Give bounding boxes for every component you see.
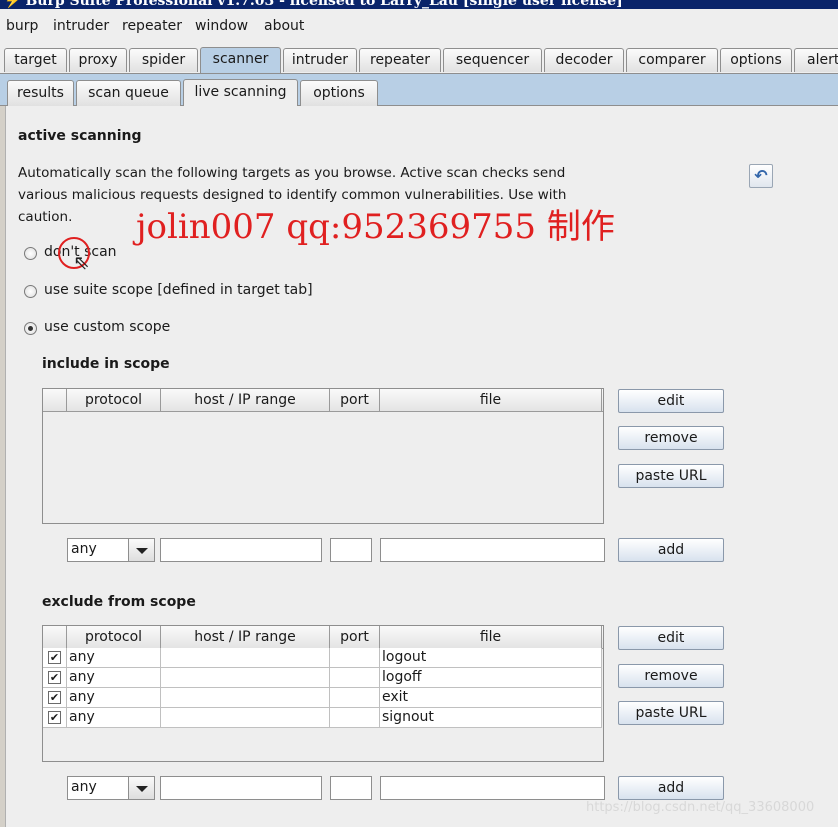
cell-file: signout bbox=[380, 708, 602, 728]
tab-proxy[interactable]: proxy bbox=[69, 48, 127, 72]
window-title-bar: ⚡ Burp Suite Professional v1.7.03 - licen… bbox=[0, 0, 838, 9]
cell-host bbox=[161, 708, 330, 728]
cell-protocol: any bbox=[67, 648, 161, 668]
mouse-cursor-icon: ⇖ bbox=[73, 250, 90, 274]
author-watermark: jolin007 qq:952369755 制作 bbox=[136, 207, 615, 247]
exclude-host-input[interactable] bbox=[160, 776, 322, 800]
table-row[interactable]: ✔ any logout bbox=[43, 648, 602, 668]
menu-repeater[interactable]: repeater bbox=[122, 18, 182, 34]
col-file[interactable]: file bbox=[380, 389, 602, 411]
cell-protocol: any bbox=[67, 688, 161, 708]
include-remove-button[interactable]: remove bbox=[618, 426, 724, 450]
tab-intruder[interactable]: intruder bbox=[283, 48, 357, 72]
col-enabled[interactable] bbox=[43, 389, 67, 411]
tab-options[interactable]: options bbox=[720, 48, 792, 72]
include-file-input[interactable] bbox=[380, 538, 605, 562]
include-host-input[interactable] bbox=[160, 538, 322, 562]
exclude-port-input[interactable] bbox=[330, 776, 372, 800]
col-enabled[interactable] bbox=[43, 626, 67, 648]
tab-alerts[interactable]: alerts bbox=[794, 48, 838, 72]
include-scope-table[interactable]: protocol host / IP range port file bbox=[42, 388, 604, 524]
exclude-edit-button[interactable]: edit bbox=[618, 626, 724, 650]
chevron-down-icon[interactable] bbox=[128, 539, 154, 561]
source-footnote: https://blog.csdn.net/qq_33608000 bbox=[586, 800, 815, 815]
exclude-protocol-select[interactable]: any bbox=[67, 776, 155, 800]
active-scanning-heading: active scanning bbox=[18, 128, 142, 144]
col-host[interactable]: host / IP range bbox=[161, 389, 330, 411]
menu-bar: burp intruder repeater window about bbox=[0, 9, 838, 42]
radio-custom-scope[interactable] bbox=[24, 322, 37, 335]
cell-file: logout bbox=[380, 648, 602, 668]
menu-window[interactable]: window bbox=[195, 18, 248, 34]
cell-port bbox=[330, 668, 380, 688]
exclude-add-button[interactable]: add bbox=[618, 776, 724, 800]
include-paste-url-button[interactable]: paste URL bbox=[618, 464, 724, 488]
checkbox-enabled[interactable]: ✔ bbox=[48, 651, 61, 664]
top-tab-bar: target proxy spider scanner intruder rep… bbox=[0, 41, 838, 74]
include-table-header: protocol host / IP range port file bbox=[43, 389, 603, 412]
exclude-paste-url-button[interactable]: paste URL bbox=[618, 701, 724, 725]
cell-host bbox=[161, 668, 330, 688]
cell-file: logoff bbox=[380, 668, 602, 688]
checkbox-enabled[interactable]: ✔ bbox=[48, 711, 61, 724]
table-row[interactable]: ✔ any exit bbox=[43, 688, 602, 708]
restore-defaults-icon[interactable]: ↶ bbox=[749, 164, 773, 188]
subtab-live-scanning[interactable]: live scanning bbox=[183, 79, 298, 106]
exclude-scope-heading: exclude from scope bbox=[42, 594, 196, 610]
exclude-scope-table[interactable]: protocol host / IP range port file ✔ any… bbox=[42, 625, 604, 762]
col-protocol[interactable]: protocol bbox=[67, 389, 161, 411]
cell-host bbox=[161, 648, 330, 668]
col-file[interactable]: file bbox=[380, 626, 602, 648]
tab-sequencer[interactable]: sequencer bbox=[443, 48, 542, 72]
radio-suite-scope-label[interactable]: use suite scope [defined in target tab] bbox=[44, 282, 313, 298]
cell-file: exit bbox=[380, 688, 602, 708]
col-protocol[interactable]: protocol bbox=[67, 626, 161, 648]
cell-port bbox=[330, 648, 380, 668]
radio-dont-scan[interactable] bbox=[24, 247, 37, 260]
exclude-protocol-value: any bbox=[71, 779, 97, 795]
include-scope-heading: include in scope bbox=[42, 356, 170, 372]
table-row[interactable]: ✔ any signout bbox=[43, 708, 602, 728]
menu-about[interactable]: about bbox=[264, 18, 304, 34]
window-title: Burp Suite Professional v1.7.03 - licens… bbox=[25, 0, 623, 9]
exclude-table-header: protocol host / IP range port file bbox=[43, 626, 603, 649]
include-protocol-value: any bbox=[71, 541, 97, 557]
menu-burp[interactable]: burp bbox=[6, 18, 38, 34]
checkbox-enabled[interactable]: ✔ bbox=[48, 671, 61, 684]
tab-spider[interactable]: spider bbox=[129, 48, 198, 72]
exclude-remove-button[interactable]: remove bbox=[618, 664, 724, 688]
tab-scanner[interactable]: scanner bbox=[200, 47, 281, 73]
subtab-results[interactable]: results bbox=[7, 80, 74, 106]
tab-target[interactable]: target bbox=[4, 48, 67, 72]
tab-repeater[interactable]: repeater bbox=[359, 48, 441, 72]
cell-host bbox=[161, 688, 330, 708]
subtab-options[interactable]: options bbox=[300, 80, 378, 106]
chevron-down-icon[interactable] bbox=[128, 777, 154, 799]
menu-intruder[interactable]: intruder bbox=[53, 18, 109, 34]
scanner-sub-tab-bar: results scan queue live scanning options bbox=[0, 74, 838, 106]
subtab-scan-queue[interactable]: scan queue bbox=[76, 80, 181, 106]
tab-comparer[interactable]: comparer bbox=[626, 48, 718, 72]
cell-protocol: any bbox=[67, 708, 161, 728]
include-edit-button[interactable]: edit bbox=[618, 389, 724, 413]
include-port-input[interactable] bbox=[330, 538, 372, 562]
col-host[interactable]: host / IP range bbox=[161, 626, 330, 648]
cell-protocol: any bbox=[67, 668, 161, 688]
col-port[interactable]: port bbox=[330, 389, 380, 411]
radio-suite-scope[interactable] bbox=[24, 285, 37, 298]
radio-custom-scope-label[interactable]: use custom scope bbox=[44, 319, 170, 335]
include-add-button[interactable]: add bbox=[618, 538, 724, 562]
table-row[interactable]: ✔ any logoff bbox=[43, 668, 602, 688]
burp-logo-icon: ⚡ bbox=[4, 0, 22, 9]
exclude-file-input[interactable] bbox=[380, 776, 605, 800]
tab-decoder[interactable]: decoder bbox=[544, 48, 624, 72]
checkbox-enabled[interactable]: ✔ bbox=[48, 691, 61, 704]
cell-port bbox=[330, 708, 380, 728]
include-protocol-select[interactable]: any bbox=[67, 538, 155, 562]
cell-port bbox=[330, 688, 380, 708]
col-port[interactable]: port bbox=[330, 626, 380, 648]
